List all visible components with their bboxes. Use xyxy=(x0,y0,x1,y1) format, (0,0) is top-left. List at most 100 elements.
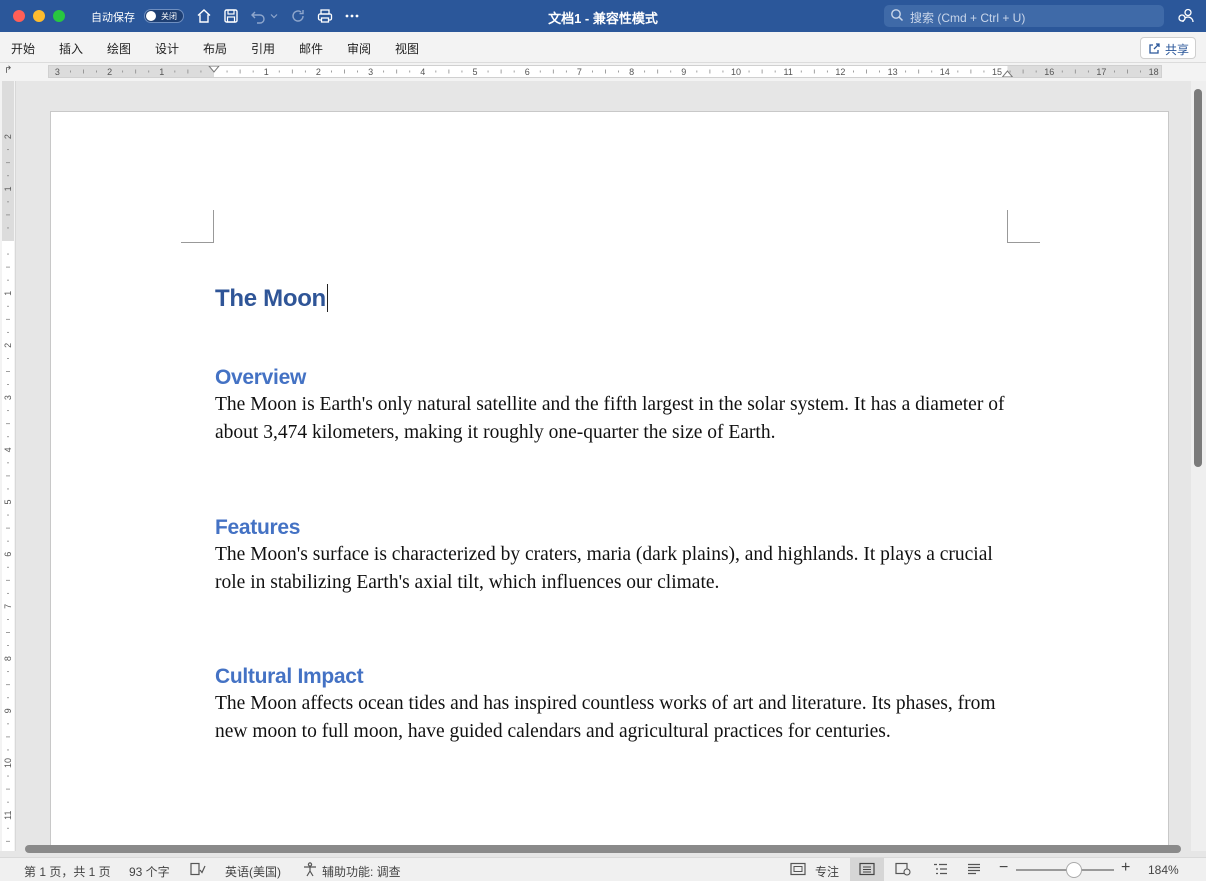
vertical-scroll-thumb[interactable] xyxy=(1194,89,1202,467)
search-placeholder: 搜索 (Cmd + Ctrl + U) xyxy=(910,11,1026,25)
vertical-ruler[interactable]: 2 1 1 2 3 4 5 6 7 8 9 10 11 xyxy=(0,81,16,851)
home-icon[interactable] xyxy=(195,7,213,25)
vertical-ruler-tick-label: 2 xyxy=(3,343,13,348)
proofing-icon[interactable] xyxy=(190,862,206,879)
ruler-tick-label: 3 xyxy=(368,67,373,77)
ruler-tick-label: 1 xyxy=(264,67,269,77)
vertical-ruler-tick-label: 8 xyxy=(3,656,13,661)
ruler-tick-label: 17 xyxy=(1096,67,1106,77)
zoom-out-button[interactable]: − xyxy=(999,859,1008,877)
ruler-tick-label: 3 xyxy=(55,67,60,77)
vertical-ruler-tick-label: 10 xyxy=(3,758,13,768)
vertical-ruler-top-margin xyxy=(2,81,14,241)
search-icon xyxy=(890,8,904,27)
ruler-tick-label: 7 xyxy=(577,67,582,77)
share-button[interactable]: 共享 xyxy=(1140,37,1196,59)
ribbon-tabs: 开始 插入 绘图 设计 布局 引用 邮件 审阅 视图 共享 xyxy=(0,32,1206,63)
ruler-tick-label: 14 xyxy=(940,67,950,77)
minimize-window-button[interactable] xyxy=(33,10,45,22)
focus-mode-icon[interactable] xyxy=(790,862,806,879)
vertical-ruler-tick-label: 9 xyxy=(3,708,13,713)
heading-cultural-impact[interactable]: Cultural Impact xyxy=(215,664,1015,690)
autosave-toggle[interactable]: 关闭 xyxy=(144,9,184,23)
horizontal-scrollbar[interactable] xyxy=(16,843,1191,855)
tab-stop-selector-icon[interactable]: ↱ xyxy=(4,65,12,76)
horizontal-ruler[interactable]: ↱ 3 2 1 1 2 3 4 5 6 7 8 9 10 11 12 13 14 15 16 17 18 xyxy=(0,63,1206,81)
ruler-tick-label: 15 xyxy=(992,67,1002,77)
zoom-level[interactable]: 184% xyxy=(1148,863,1179,877)
ruler-right-margin xyxy=(1007,66,1161,77)
redo-icon[interactable] xyxy=(289,7,307,25)
horizontal-scroll-thumb[interactable] xyxy=(25,845,1181,853)
margin-crop-mark-right xyxy=(1007,210,1040,243)
tab-references[interactable]: 引用 xyxy=(251,40,275,57)
save-icon[interactable] xyxy=(222,7,240,25)
ruler-tick-label: 6 xyxy=(525,67,530,77)
tab-mailings[interactable]: 邮件 xyxy=(299,40,323,57)
ruler-left-margin xyxy=(49,66,214,77)
vertical-ruler-tick-label: 4 xyxy=(3,447,13,452)
close-window-button[interactable] xyxy=(13,10,25,22)
maximize-window-button[interactable] xyxy=(53,10,65,22)
ruler-tick-label: 16 xyxy=(1044,67,1054,77)
heading-features[interactable]: Features xyxy=(215,515,1015,541)
title-bar: 自动保存 关闭 文档1 - 兼容性模式 搜索 (Cmd + Ctrl + U) xyxy=(0,0,1206,32)
outline-view-icon[interactable] xyxy=(932,862,948,879)
paragraph-overview[interactable]: The Moon is Earth's only natural satelli… xyxy=(215,391,1015,446)
more-icon[interactable] xyxy=(343,7,361,25)
vertical-ruler-tick-label: 1 xyxy=(3,291,13,296)
ruler-tick-label: 5 xyxy=(472,67,477,77)
heading-overview[interactable]: Overview xyxy=(215,365,1015,391)
ruler-tick-label: 13 xyxy=(888,67,898,77)
margin-crop-mark-left xyxy=(181,210,214,243)
status-bar: 第 1 页，共 1 页 93 个字 英语(美国) 辅助功能: 调查 专注 − +… xyxy=(0,857,1206,881)
ruler-tick-label: 2 xyxy=(316,67,321,77)
vertical-ruler-tick-label: 11 xyxy=(3,811,13,820)
zoom-in-button[interactable]: + xyxy=(1121,859,1130,877)
accessibility-icon[interactable] xyxy=(302,862,318,880)
vertical-ruler-tick-label: 2 xyxy=(3,134,13,139)
vertical-scrollbar[interactable] xyxy=(1191,81,1206,851)
accessibility-status[interactable]: 辅助功能: 调查 xyxy=(322,863,401,880)
vertical-ruler-tick-label: 5 xyxy=(3,499,13,504)
undo-icon[interactable] xyxy=(249,7,267,25)
ruler-tick-label: 12 xyxy=(835,67,845,77)
tab-review[interactable]: 审阅 xyxy=(347,40,371,57)
ruler-tick-label: 8 xyxy=(629,67,634,77)
ruler-tick-label: 10 xyxy=(731,67,741,77)
ruler-tick-label: 11 xyxy=(784,67,793,77)
tab-design[interactable]: 设计 xyxy=(155,40,179,57)
tab-layout[interactable]: 布局 xyxy=(203,40,227,57)
vertical-ruler-tick-label: 7 xyxy=(3,604,13,609)
undo-dropdown-icon[interactable] xyxy=(268,7,280,25)
zoom-slider-thumb[interactable] xyxy=(1066,862,1082,878)
tab-view[interactable]: 视图 xyxy=(395,40,419,57)
document-canvas[interactable]: The Moon Overview The Moon is Earth's on… xyxy=(16,81,1191,851)
autosave-toggle-knob xyxy=(146,11,156,21)
account-icon[interactable] xyxy=(1177,7,1195,30)
tab-insert[interactable]: 插入 xyxy=(59,40,83,57)
print-layout-view-button[interactable] xyxy=(850,858,884,881)
vertical-ruler-tick-label: 6 xyxy=(3,552,13,557)
document-page[interactable]: The Moon Overview The Moon is Earth's on… xyxy=(50,111,1169,851)
focus-mode-label[interactable]: 专注 xyxy=(815,863,839,880)
ruler-tick-label: 9 xyxy=(681,67,686,77)
web-layout-icon[interactable] xyxy=(895,862,911,879)
document-title[interactable]: The Moon xyxy=(215,284,1015,324)
vertical-ruler-tick-label: 3 xyxy=(3,395,13,400)
zoom-slider-track[interactable] xyxy=(1016,869,1114,871)
paragraph-features[interactable]: The Moon's surface is characterized by c… xyxy=(215,541,1015,596)
language-indicator[interactable]: 英语(美国) xyxy=(225,863,281,880)
vertical-ruler-tick-label: 1 xyxy=(3,186,13,191)
page-count[interactable]: 第 1 页，共 1 页 xyxy=(24,863,111,880)
document-body[interactable]: The Moon Overview The Moon is Earth's on… xyxy=(215,284,1015,745)
tab-home[interactable]: 开始 xyxy=(11,40,35,57)
draft-view-icon[interactable] xyxy=(966,862,982,879)
tab-draw[interactable]: 绘图 xyxy=(107,40,131,57)
ruler-tick-label: 1 xyxy=(159,67,164,77)
print-icon[interactable] xyxy=(316,7,334,25)
word-count[interactable]: 93 个字 xyxy=(129,863,170,880)
search-box[interactable]: 搜索 (Cmd + Ctrl + U) xyxy=(884,5,1164,27)
autosave-state-label: 关闭 xyxy=(161,12,177,21)
paragraph-cultural-impact[interactable]: The Moon affects ocean tides and has ins… xyxy=(215,690,1015,745)
